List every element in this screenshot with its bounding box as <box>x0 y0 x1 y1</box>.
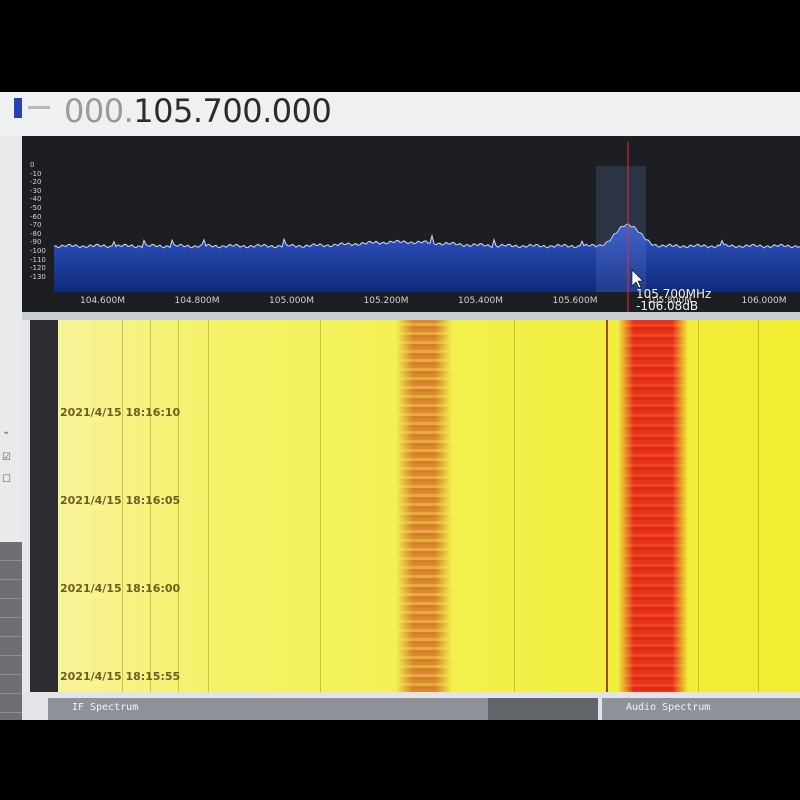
waterfall-panel[interactable]: 2021/4/15 18:16:10 2021/4/15 18:16:05 20… <box>30 320 800 692</box>
if-spectrum-title: IF Spectrum <box>72 702 139 713</box>
cursor-readout: 105.700MHz -106.08dB <box>636 288 711 312</box>
waterfall-gridline <box>698 320 699 692</box>
x-tick-label: 104.600M <box>80 296 125 306</box>
x-tick-label: 105.000M <box>269 296 314 306</box>
checkbox-unchecked[interactable]: ☐ <box>2 474 14 486</box>
cursor-level: -106.08dB <box>636 299 699 313</box>
signal-highlight <box>596 166 646 292</box>
spectrum-panel[interactable]: 0 -10 -20 -30 -40 -50 -60 -70 -80 -90 -100 -110 -120… <box>22 136 800 312</box>
y-tick-label: -60 <box>30 212 42 221</box>
audio-spectrum-title: Audio Spectrum <box>626 702 711 713</box>
y-tick-label: -50 <box>30 204 42 212</box>
frequency-main-digits: 105.700.000 <box>133 92 332 130</box>
y-tick-label: -80 <box>30 229 42 238</box>
if-spectrum-tab[interactable] <box>488 698 598 720</box>
x-tick-label: 105.400M <box>458 296 503 306</box>
waterfall-gridline <box>320 320 321 692</box>
status-indicator <box>14 98 22 118</box>
waterfall-gridline <box>514 320 515 692</box>
x-tick-label: 105.200M <box>363 296 409 306</box>
waterfall-carrier-line <box>606 320 608 692</box>
checkbox-checked[interactable]: ☑ <box>2 452 14 464</box>
y-tick-label: -40 <box>30 195 42 204</box>
panel-divider[interactable] <box>22 312 800 320</box>
if-spectrum-header[interactable]: IF Spectrum <box>48 698 598 720</box>
y-tick-label: -20 <box>30 178 42 187</box>
y-tick-label: -120 <box>30 264 46 273</box>
y-tick-label: -110 <box>30 255 46 264</box>
bottom-panels: IF Spectrum Audio Spectrum <box>22 692 800 720</box>
audio-spectrum-header[interactable]: Audio Spectrum <box>602 698 800 720</box>
waterfall-signal-weak <box>396 320 452 692</box>
waterfall-timestamp: 2021/4/15 18:15:55 <box>60 670 181 683</box>
waterfall-left-bar <box>30 320 58 692</box>
separator-dash <box>28 106 50 109</box>
x-tick-label: 104.800M <box>174 296 220 306</box>
dropdown-arrow-icon[interactable]: ⌄ <box>2 426 14 438</box>
waterfall-timestamp: 2021/4/15 18:16:00 <box>60 582 181 595</box>
sidebar-button-stack[interactable] <box>0 542 22 720</box>
sdr-window: 000.105.700.000 ⌄ ☑ ☐ 0 -10 -20 -30 -40 -50 -6… <box>0 92 800 720</box>
frequency-display[interactable]: 000.105.700.000 <box>64 92 332 130</box>
x-tick-label: 106.000M <box>741 296 787 306</box>
waterfall-timestamp: 2021/4/15 18:16:10 <box>60 406 181 419</box>
y-tick-label: -90 <box>30 238 42 247</box>
waterfall-gridline <box>208 320 209 692</box>
waterfall-gridline <box>758 320 759 692</box>
y-tick-label: -130 <box>30 272 46 281</box>
x-tick-label: 105.600M <box>552 296 598 306</box>
spectrum-plot <box>53 142 800 312</box>
spectrum-fill <box>54 223 800 292</box>
waterfall-signal-strong <box>618 320 688 692</box>
y-tick-label: -10 <box>30 169 42 178</box>
left-sidebar: ⌄ ☑ ☐ <box>0 136 22 720</box>
y-tick-label: -100 <box>30 247 46 255</box>
frequency-bar: 000.105.700.000 <box>0 92 800 136</box>
y-tick-label: 0 <box>30 161 35 169</box>
frequency-lead-digits: 000. <box>64 92 134 130</box>
y-tick-label: -70 <box>30 221 42 230</box>
y-tick-label: -30 <box>30 186 42 195</box>
waterfall-timestamp: 2021/4/15 18:16:05 <box>60 494 181 507</box>
